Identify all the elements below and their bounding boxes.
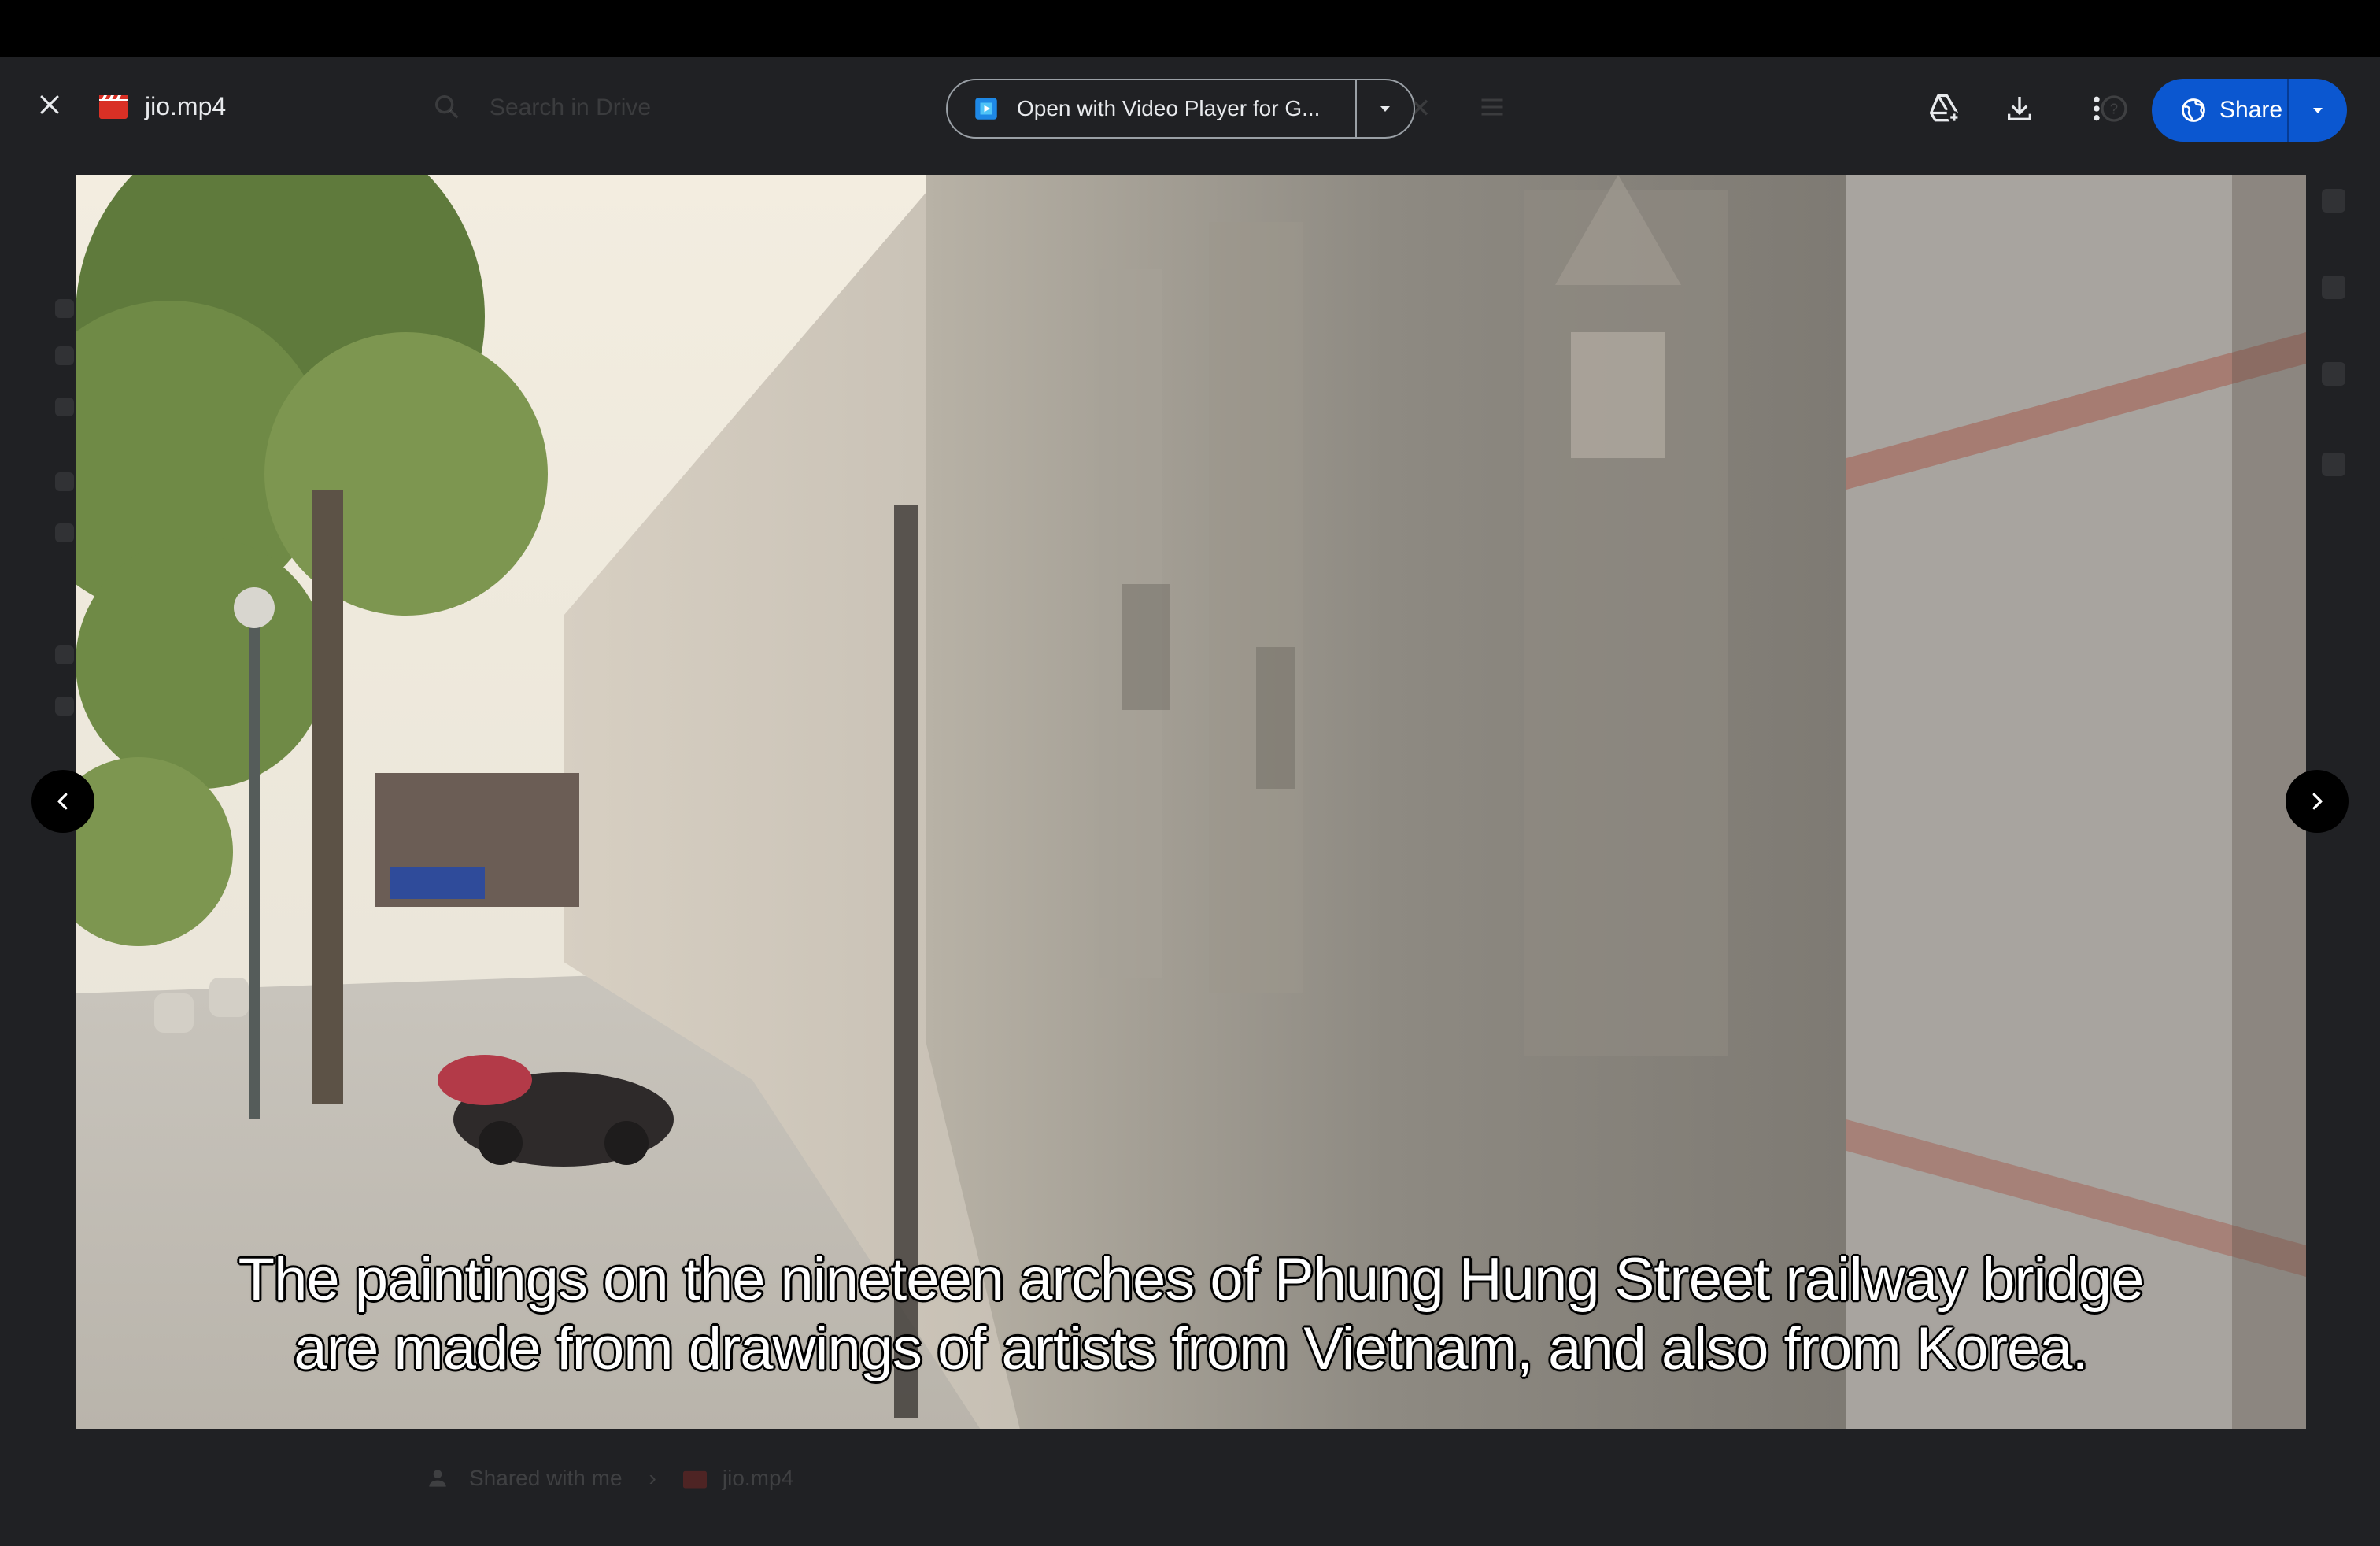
chevron-left-icon <box>57 793 68 810</box>
sidebar-ghost-item <box>55 346 74 365</box>
video-player-app-icon <box>975 98 997 120</box>
chevron-right-icon: › <box>649 1466 656 1490</box>
share-label: Share <box>2219 97 2283 123</box>
open-with-label: Open with Video Player for G... <box>1017 96 1321 120</box>
right-panel-ghost-item <box>2322 453 2345 476</box>
globe-icon <box>2182 98 2205 122</box>
search-icon <box>435 94 459 119</box>
add-to-drive-button[interactable] <box>1920 85 1968 132</box>
more-options-button[interactable] <box>2073 85 2120 132</box>
caret-down-icon <box>1380 106 1390 112</box>
sidebar-ghost-item <box>55 398 74 416</box>
close-button[interactable] <box>31 87 68 123</box>
search-options-icon <box>1481 98 1503 116</box>
open-with-button[interactable]: Open with Video Player for G... <box>948 80 1357 137</box>
sidebar-ghost-item <box>55 299 74 318</box>
open-with-dropdown[interactable] <box>1357 80 1414 137</box>
right-panel-ghost-item <box>2322 362 2345 386</box>
share-split-button: Share <box>2152 79 2347 142</box>
more-vert-icon <box>2094 96 2100 121</box>
video-file-icon <box>682 1470 707 1489</box>
previous-file-button[interactable] <box>31 770 94 833</box>
video-file-icon <box>99 95 128 119</box>
drive-search-placeholder: Search in Drive <box>490 94 652 120</box>
right-panel-ghost-item <box>2322 276 2345 299</box>
people-icon <box>429 1470 446 1487</box>
video-player[interactable]: The paintings on the nineteen arches of … <box>76 175 2306 1429</box>
add-to-drive-icon <box>1929 94 1961 124</box>
download-button[interactable] <box>1996 85 2043 132</box>
close-icon <box>40 95 59 114</box>
sidebar-ghost-item <box>55 697 74 716</box>
file-name: jio.mp4 <box>145 92 227 120</box>
breadcrumb-location: Shared with me <box>469 1466 623 1490</box>
breadcrumb-file: jio.mp4 <box>722 1466 794 1490</box>
share-options-dropdown[interactable] <box>2289 79 2347 142</box>
share-button[interactable]: Share <box>2152 79 2289 142</box>
right-panel-ghost-item <box>2322 189 2345 213</box>
download-icon <box>2008 97 2031 120</box>
subtitle-line-1: The paintings on the nineteen arches of … <box>238 1246 2145 1313</box>
subtitle-line-2: are made from drawings of artists from V… <box>294 1315 2088 1382</box>
sidebar-ghost-item <box>55 523 74 542</box>
chevron-right-icon <box>2312 793 2323 810</box>
breadcrumb: Shared with me › jio.mp4 <box>428 1466 793 1491</box>
open-with-control: Open with Video Player for G... <box>946 79 1415 139</box>
caret-down-icon <box>2313 108 2323 113</box>
sidebar-ghost-item <box>55 472 74 491</box>
sidebar-ghost-item <box>55 645 74 664</box>
video-frame-image <box>76 175 2306 1429</box>
top-black-strip <box>0 0 2380 57</box>
next-file-button[interactable] <box>2286 770 2349 833</box>
